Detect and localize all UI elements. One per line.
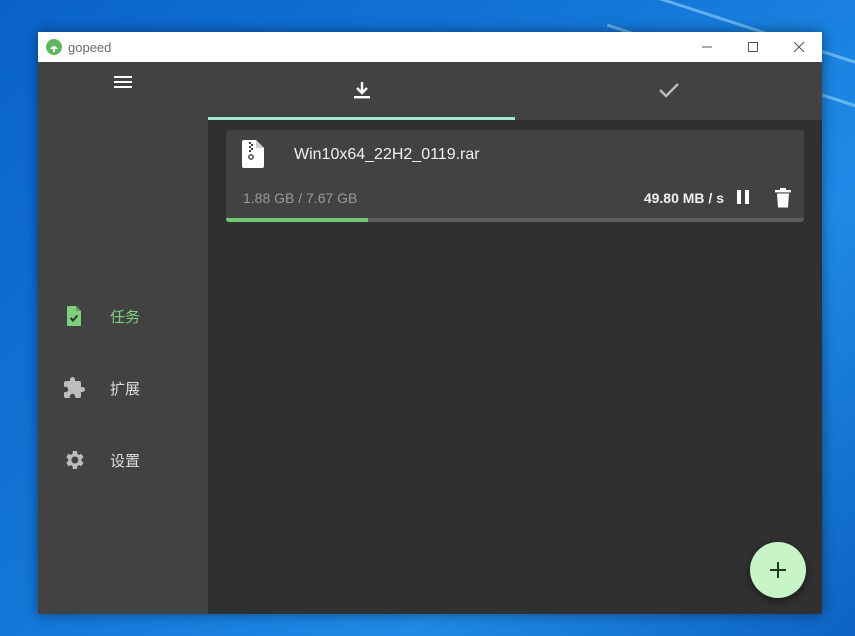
- tab-completed[interactable]: [515, 62, 822, 118]
- zip-file-icon: [242, 140, 264, 168]
- menu-icon[interactable]: [114, 74, 134, 92]
- task-check-icon: [67, 306, 81, 326]
- app-logo-icon: [46, 39, 62, 55]
- task-speed: 49.80 MB / s: [643, 190, 724, 206]
- maximize-button[interactable]: [730, 32, 776, 62]
- task-progress-text: 1.88 GB / 7.67 GB: [243, 190, 358, 206]
- checkmark-icon: [658, 83, 679, 98]
- sidebar-item-label: 设置: [110, 452, 141, 470]
- close-icon: [793, 41, 805, 53]
- app-window: gopeed 任务 扩展 设置 Win10x64_22H2_0119.rar 1…: [38, 32, 822, 614]
- add-task-button[interactable]: [750, 542, 806, 598]
- main-content: Win10x64_22H2_0119.rar 1.88 GB / 7.67 GB…: [208, 62, 822, 614]
- task-file-name: Win10x64_22H2_0119.rar: [294, 146, 480, 163]
- sidebar: 任务 扩展 设置: [38, 62, 208, 614]
- task-card[interactable]: Win10x64_22H2_0119.rar 1.88 GB / 7.67 GB…: [226, 130, 804, 222]
- window-controls: [684, 32, 822, 62]
- window-title: gopeed: [68, 39, 112, 55]
- tab-bar: [208, 62, 822, 120]
- tab-indicator: [208, 117, 515, 120]
- title-bar: gopeed: [38, 32, 822, 62]
- sidebar-item-label: 任务: [110, 308, 141, 326]
- maximize-icon: [748, 42, 758, 52]
- minimize-button[interactable]: [684, 32, 730, 62]
- sidebar-item-settings[interactable]: 设置: [62, 444, 140, 476]
- sidebar-item-tasks[interactable]: 任务: [62, 300, 140, 332]
- pause-icon[interactable]: [734, 188, 752, 208]
- minimize-icon: [702, 46, 712, 48]
- puzzle-icon: [64, 377, 85, 398]
- task-progress-fill: [226, 218, 368, 222]
- close-button[interactable]: [776, 32, 822, 62]
- sidebar-item-extensions[interactable]: 扩展: [62, 372, 140, 404]
- sidebar-item-label: 扩展: [110, 380, 141, 398]
- task-progress-bar: [226, 218, 804, 222]
- plus-icon: [770, 562, 786, 578]
- gear-icon: [66, 451, 84, 469]
- download-icon: [353, 82, 370, 99]
- tab-downloading[interactable]: [208, 62, 515, 118]
- delete-icon[interactable]: [774, 188, 792, 208]
